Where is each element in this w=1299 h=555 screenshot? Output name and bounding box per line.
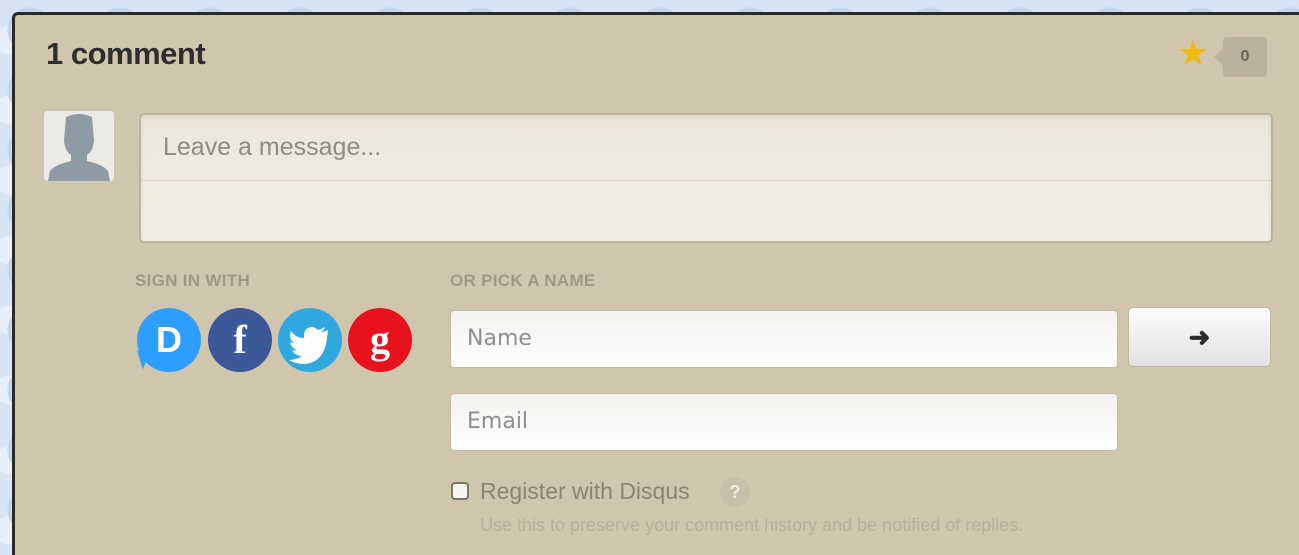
register-checkbox[interactable]	[451, 482, 469, 500]
message-divider	[141, 180, 1271, 181]
twitter-login-button[interactable]	[278, 308, 342, 372]
email-placeholder: Email	[467, 409, 529, 434]
help-icon[interactable]: ?	[720, 477, 750, 507]
twitter-bird-icon	[289, 327, 328, 364]
facebook-logo-icon: f	[233, 317, 247, 362]
name-placeholder: Name	[467, 326, 532, 351]
comments-panel: 1 comment ★ 0 Leave a message... SIGN IN…	[12, 12, 1299, 555]
email-input[interactable]: Email	[450, 393, 1118, 451]
star-icon[interactable]: ★	[1177, 35, 1209, 71]
like-count: 0	[1223, 37, 1267, 77]
register-label[interactable]: Register with Disqus	[480, 478, 690, 505]
register-hint: Use this to preserve your comment histor…	[480, 515, 1024, 535]
user-silhouette-icon	[44, 111, 114, 181]
submit-name-button[interactable]: ➜	[1128, 307, 1271, 367]
pick-name-label: OR PICK A NAME	[450, 271, 596, 290]
message-textarea[interactable]: Leave a message...	[139, 113, 1273, 243]
name-input[interactable]: Name	[450, 310, 1118, 368]
facebook-login-button[interactable]: f	[208, 308, 272, 372]
sign-in-label: SIGN IN WITH	[135, 271, 251, 290]
google-login-button[interactable]: g	[348, 308, 412, 372]
google-logo-icon: g	[370, 317, 390, 362]
message-placeholder: Leave a message...	[163, 133, 382, 161]
disqus-login-button[interactable]: D	[131, 308, 201, 372]
comment-count-title: 1 comment	[46, 36, 206, 71]
disqus-logo-icon: D	[156, 319, 182, 360]
avatar	[44, 111, 114, 181]
arrow-right-icon: ➜	[1188, 322, 1211, 352]
